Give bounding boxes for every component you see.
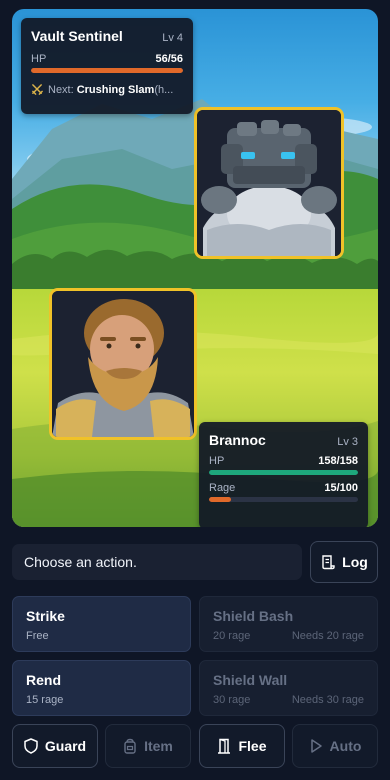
guard-button-label: Guard bbox=[44, 738, 87, 754]
action-prompt: Choose an action. bbox=[12, 544, 302, 580]
flee-button-label: Flee bbox=[238, 738, 267, 754]
skill-cost: Free bbox=[26, 630, 49, 642]
enemy-level: Lv 4 bbox=[162, 32, 183, 44]
shield-icon bbox=[24, 738, 38, 754]
player-hp-bar-fill bbox=[209, 470, 358, 475]
player-rage-bar-fill bbox=[209, 497, 232, 502]
player-level: Lv 3 bbox=[337, 436, 358, 448]
skill-rend[interactable]: Rend 15 rage bbox=[12, 660, 191, 716]
enemy-hp-bar-fill bbox=[31, 68, 183, 73]
player-rage-label: Rage bbox=[209, 482, 236, 494]
bag-icon bbox=[124, 738, 136, 754]
enemy-hp-label: HP bbox=[31, 53, 47, 65]
auto-button[interactable]: Auto bbox=[292, 724, 378, 768]
player-hp-label: HP bbox=[209, 455, 225, 467]
skill-shield-wall[interactable]: Shield Wall 30 rage Needs 30 rage bbox=[199, 660, 378, 716]
enemy-info-card: Vault Sentinel Lv 4 HP 56/56 Next: Crush… bbox=[21, 18, 193, 114]
skill-requirement: Needs 20 rage bbox=[291, 630, 364, 642]
enemy-hp-bar bbox=[31, 68, 183, 73]
guard-button[interactable]: Guard bbox=[12, 724, 98, 768]
scroll-icon bbox=[322, 555, 335, 570]
enemy-next-move: Next: Crushing Slam (h... bbox=[31, 83, 183, 96]
bearded-warrior-icon bbox=[52, 291, 194, 437]
enemy-hp-value: 56/56 bbox=[155, 53, 183, 65]
item-button-label: Item bbox=[144, 738, 173, 754]
enemy-portrait bbox=[194, 107, 344, 259]
player-rage-value: 15/100 bbox=[324, 482, 358, 494]
skill-requirement: Needs 30 rage bbox=[291, 694, 364, 706]
player-name: Brannoc bbox=[209, 432, 266, 448]
log-button[interactable]: Log bbox=[310, 541, 378, 583]
skill-shield-bash[interactable]: Shield Bash 20 rage Needs 20 rage bbox=[199, 596, 378, 652]
enemy-next-skill: Crushing Slam bbox=[76, 83, 155, 96]
skill-name: Rend bbox=[26, 672, 61, 688]
crossed-swords-icon bbox=[32, 84, 43, 95]
play-icon bbox=[310, 739, 322, 753]
player-hp-value: 158/158 bbox=[318, 455, 358, 467]
stone-golem-icon bbox=[197, 110, 341, 256]
skill-name: Shield Wall bbox=[213, 672, 288, 688]
item-button[interactable]: Item bbox=[105, 724, 191, 768]
battle-scene: Vault Sentinel Lv 4 HP 56/56 Next: Crush… bbox=[12, 9, 378, 527]
enemy-next-hint: (h... bbox=[154, 83, 174, 96]
skill-cost: 30 rage bbox=[213, 694, 251, 706]
skill-name: Strike bbox=[26, 608, 65, 624]
enemy-name: Vault Sentinel bbox=[31, 28, 123, 44]
log-button-label: Log bbox=[342, 554, 368, 570]
door-icon bbox=[218, 738, 231, 754]
player-info-card: Brannoc Lv 3 HP 158/158 Rage 15/100 bbox=[199, 422, 368, 527]
skill-strike[interactable]: Strike Free bbox=[12, 596, 191, 652]
enemy-next-label: Next: bbox=[48, 83, 74, 96]
skill-cost: 20 rage bbox=[213, 630, 251, 642]
player-hp-bar bbox=[209, 470, 358, 475]
flee-button[interactable]: Flee bbox=[199, 724, 285, 768]
hero-portrait bbox=[49, 288, 197, 440]
skill-cost: 15 rage bbox=[26, 694, 64, 706]
player-rage-bar bbox=[209, 497, 358, 502]
auto-button-label: Auto bbox=[329, 738, 362, 754]
skill-name: Shield Bash bbox=[213, 608, 294, 624]
